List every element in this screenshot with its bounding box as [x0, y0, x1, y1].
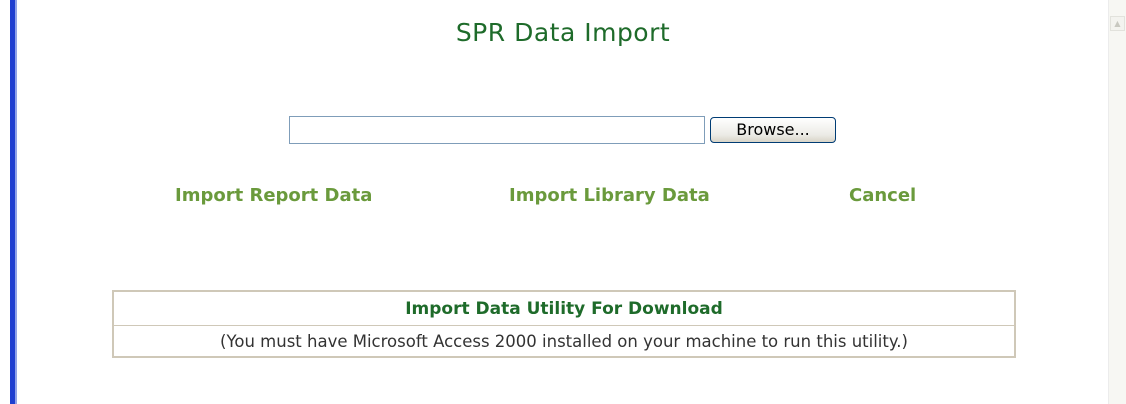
page-frame: ▲ SPR Data Import Browse... Import Repor… [0, 0, 1126, 404]
left-accent-bar-shadow [15, 0, 17, 404]
page-title: SPR Data Import [455, 18, 671, 47]
utility-download-title[interactable]: Import Data Utility For Download [112, 290, 1016, 326]
file-path-input[interactable] [289, 116, 705, 144]
vertical-scrollbar[interactable]: ▲ [1108, 0, 1126, 404]
import-library-data-link[interactable]: Import Library Data [509, 185, 710, 206]
cancel-link[interactable]: Cancel [849, 185, 916, 206]
utility-requirement-note: (You must have Microsoft Access 2000 ins… [112, 325, 1016, 358]
utility-download-table: Import Data Utility For Download (You mu… [112, 290, 1016, 358]
import-report-data-link[interactable]: Import Report Data [175, 185, 372, 206]
browse-button[interactable]: Browse... [710, 117, 836, 143]
